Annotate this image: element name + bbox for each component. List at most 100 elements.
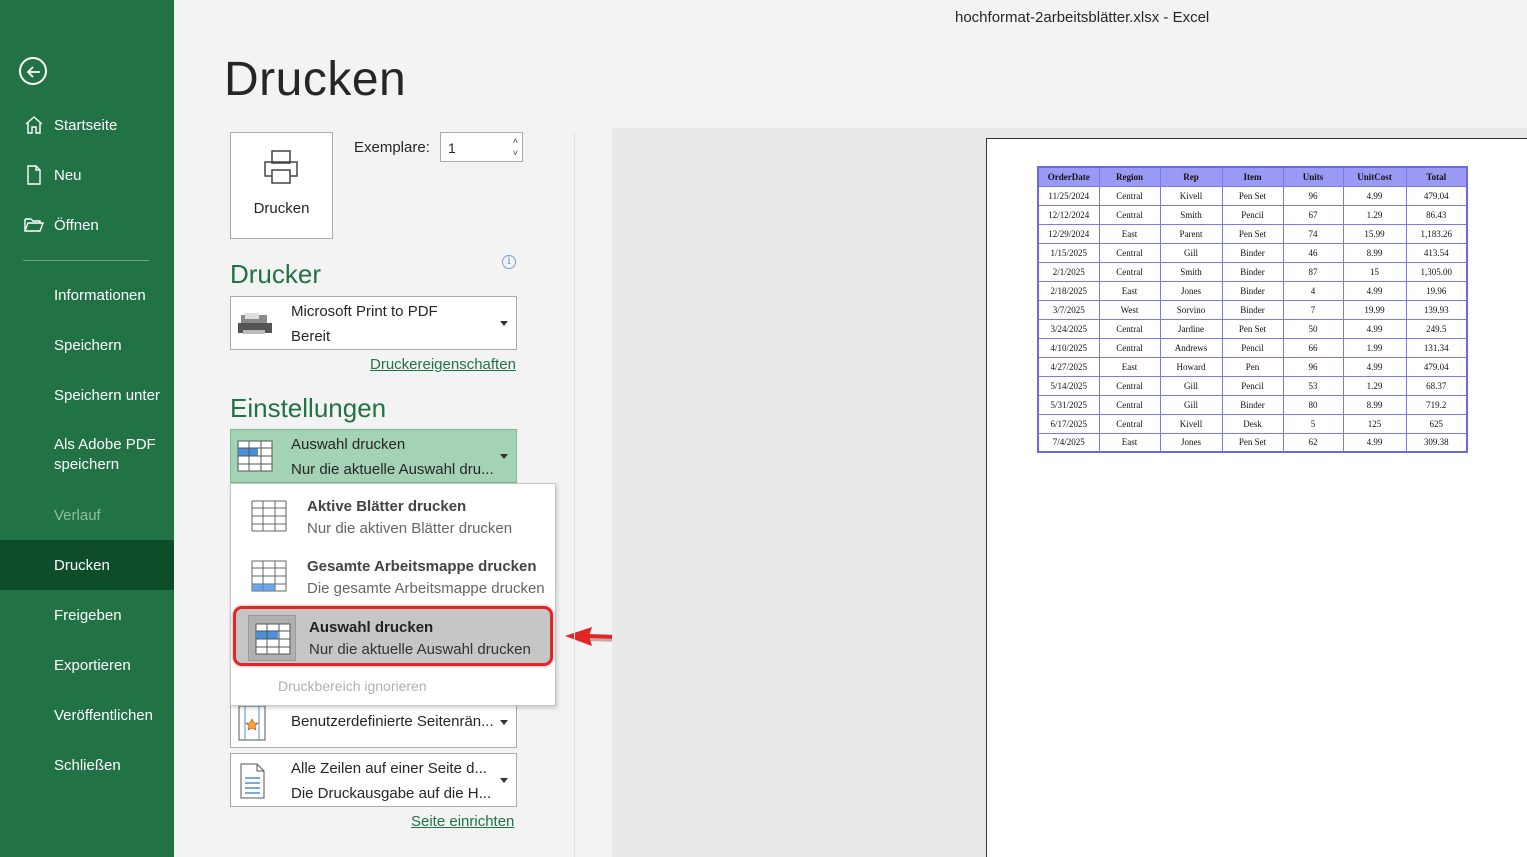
- info-icon[interactable]: i: [502, 255, 516, 269]
- menu-item-entire-workbook[interactable]: Gesamte Arbeitsmappe drucken Die gesamte…: [231, 546, 555, 606]
- sidebar-item-startseite[interactable]: Startseite: [0, 100, 174, 150]
- table-cell: Central: [1098, 394, 1161, 415]
- table-cell: 479.04: [1405, 185, 1468, 206]
- menu-item-print-selection[interactable]: Auswahl drucken Nur die aktuelle Auswahl…: [233, 606, 553, 666]
- column-header: Item: [1221, 166, 1284, 187]
- table-cell: 4.99: [1342, 280, 1407, 301]
- table-cell: 4/27/2025: [1037, 356, 1100, 377]
- column-header: Region: [1098, 166, 1161, 187]
- table-cell: 413.54: [1405, 242, 1468, 263]
- table-cell: Gill: [1159, 394, 1223, 415]
- table-row: 2/1/2025 Central Smith Binder 87 15 1,305.00: [1037, 261, 1468, 282]
- table-cell: Central: [1098, 375, 1161, 396]
- table-cell: Kivell: [1159, 185, 1223, 206]
- print-what-dropdown[interactable]: Auswahl drucken Nur die aktuelle Auswahl…: [230, 429, 517, 483]
- table-cell: Pen Set: [1221, 185, 1284, 206]
- table-cell: 1/15/2025: [1037, 242, 1100, 263]
- page-setup-link[interactable]: Seite einrichten: [411, 813, 514, 830]
- copies-stepper[interactable]: 1 ˄ ˅: [440, 132, 523, 162]
- table-cell: 8.99: [1342, 242, 1407, 263]
- printer-status: Bereit: [291, 328, 331, 345]
- sidebar-item-oeffnen[interactable]: Öffnen: [0, 200, 174, 250]
- table-cell: Binder: [1221, 394, 1284, 415]
- menu-item-title: Aktive Blätter drucken: [307, 498, 467, 515]
- table-cell: 479.04: [1405, 356, 1468, 377]
- sidebar-item-label: Neu: [54, 166, 82, 184]
- sidebar-item-label: Öffnen: [54, 216, 99, 234]
- selection-icon-box: [248, 615, 296, 661]
- sidebar-item-freigeben[interactable]: Freigeben: [0, 590, 174, 640]
- table-cell: Central: [1098, 337, 1161, 358]
- table-cell: 4/10/2025: [1037, 337, 1100, 358]
- sidebar-item-drucken[interactable]: Drucken: [0, 540, 174, 590]
- table-cell: Pencil: [1221, 337, 1284, 358]
- table-row: 5/31/2025 Central Gill Binder 80 8.99 719.2: [1037, 394, 1468, 415]
- sidebar-item-speichern-unter[interactable]: Speichern unter: [0, 370, 174, 420]
- table-cell: East: [1098, 432, 1161, 453]
- table-cell: 86.43: [1405, 204, 1468, 225]
- sidebar-item-informationen[interactable]: Informationen: [0, 270, 174, 320]
- menu-item-subtitle: Nur die aktuelle Auswahl drucken: [309, 641, 531, 658]
- table-cell: Central: [1098, 261, 1161, 282]
- chevron-down-icon: [500, 778, 508, 783]
- table-cell: East: [1098, 356, 1161, 377]
- sidebar-item-label: Als Adobe PDF speichern: [54, 436, 156, 473]
- table-cell: 1.29: [1342, 204, 1407, 225]
- table-cell: Pen Set: [1221, 223, 1284, 244]
- table-cell: 5: [1282, 413, 1344, 434]
- sidebar-item-adobe-pdf[interactable]: Als Adobe PDF speichern: [0, 430, 174, 480]
- print-button[interactable]: Drucken: [230, 132, 333, 239]
- open-folder-icon: [24, 218, 45, 232]
- table-cell: 1.99: [1342, 337, 1407, 358]
- chevron-down-icon: [500, 720, 508, 725]
- sidebar-item-veroeffentlichen[interactable]: Veröffentlichen: [0, 690, 174, 740]
- table-cell: 5/14/2025: [1037, 375, 1100, 396]
- chevron-down-icon: [500, 321, 508, 326]
- table-row: 2/18/2025 East Jones Binder 4 4.99 19.96: [1037, 280, 1468, 301]
- print-button-label: Drucken: [253, 200, 310, 217]
- printer-dropdown[interactable]: Microsoft Print to PDF Bereit: [230, 296, 517, 350]
- table-cell: 2/1/2025: [1037, 261, 1100, 282]
- scaling-title: Alle Zeilen auf einer Seite d...: [291, 760, 487, 777]
- print-what-menu: Aktive Blätter drucken Nur die aktiven B…: [230, 483, 556, 706]
- preview-table: OrderDate Region Rep Item Units UnitCost…: [1037, 166, 1468, 453]
- sidebar-item-schliessen[interactable]: Schließen: [0, 740, 174, 790]
- sidebar-item-label: Schließen: [54, 756, 121, 774]
- table-cell: 15: [1342, 261, 1407, 282]
- sidebar-item-label: Informationen: [54, 286, 146, 304]
- table-row: 3/24/2025 Central Jardine Pen Set 50 4.99 249.…: [1037, 318, 1468, 339]
- printer-heading: Drucker: [230, 259, 322, 289]
- table-cell: 87: [1282, 261, 1344, 282]
- table-cell: 80: [1282, 394, 1344, 415]
- column-header: Rep: [1159, 166, 1223, 187]
- copies-spin-buttons[interactable]: ˄ ˅: [513, 135, 518, 159]
- table-cell: 309.38: [1405, 432, 1468, 453]
- table-cell: Central: [1098, 413, 1161, 434]
- sidebar-item-label: Exportieren: [54, 656, 131, 674]
- printer-properties-link[interactable]: Druckereigenschaften: [370, 356, 516, 373]
- selection-grid-icon: [237, 440, 273, 472]
- sidebar-item-neu[interactable]: Neu: [0, 150, 174, 200]
- table-cell: East: [1098, 280, 1161, 301]
- table-cell: Central: [1098, 318, 1161, 339]
- menu-item-ignore-print-area: Druckbereich ignorieren: [278, 678, 427, 694]
- table-row: 4/10/2025 Central Andrews Pencil 66 1.99 131.3…: [1037, 337, 1468, 358]
- sidebar-item-speichern[interactable]: Speichern: [0, 320, 174, 370]
- table-header-row: OrderDate Region Rep Item Units UnitCost…: [1037, 166, 1468, 187]
- chevron-down-icon: [500, 454, 508, 459]
- table-cell: Kivell: [1159, 413, 1223, 434]
- fit-rows-page-icon: [240, 763, 265, 799]
- settings-heading: Einstellungen: [230, 393, 387, 423]
- table-cell: 19.96: [1405, 280, 1468, 301]
- menu-item-active-sheets[interactable]: Aktive Blätter drucken Nur die aktiven B…: [231, 486, 555, 546]
- home-icon: [25, 116, 43, 134]
- table-cell: West: [1098, 299, 1161, 320]
- table-cell: 66: [1282, 337, 1344, 358]
- sidebar-item-exportieren[interactable]: Exportieren: [0, 640, 174, 690]
- back-button[interactable]: [19, 57, 47, 85]
- scaling-dropdown[interactable]: Alle Zeilen auf einer Seite d... Die Dru…: [230, 753, 517, 807]
- table-cell: 131.34: [1405, 337, 1468, 358]
- table-cell: 4.99: [1342, 185, 1407, 206]
- print-what-title: Auswahl drucken: [291, 436, 406, 453]
- preview-page: OrderDate Region Rep Item Units UnitCost…: [986, 138, 1527, 857]
